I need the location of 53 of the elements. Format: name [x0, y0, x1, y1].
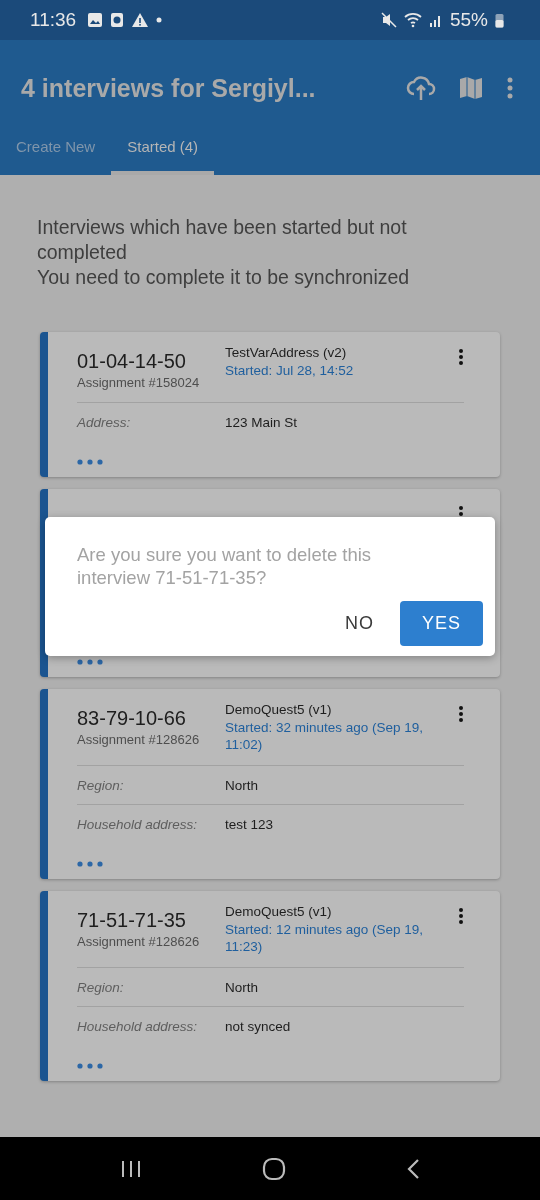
- started-time: Started: 12 minutes ago (Sep 19, 11:23): [225, 921, 425, 955]
- interview-key: 71-51-71-35: [77, 909, 225, 932]
- questionnaire-name: TestVarAddress (v2): [225, 344, 348, 362]
- questionnaire-name: DemoQuest5 (v1): [225, 701, 333, 719]
- map-icon[interactable]: [458, 75, 484, 101]
- screen-title: 4 interviews for Sergiyl...: [21, 73, 317, 103]
- cancel-button[interactable]: NO: [334, 601, 384, 646]
- battery-icon: [495, 12, 504, 28]
- assignment-number: Assignment #128626: [77, 934, 201, 949]
- expand-dots-icon[interactable]: [77, 459, 103, 465]
- field-label: Household address:: [77, 1019, 199, 1034]
- interview-key: 83-79-10-66: [77, 707, 225, 730]
- field-label: Region:: [77, 778, 125, 793]
- started-time: Started: Jul 28, 14:52: [225, 362, 355, 379]
- interview-card[interactable]: 71-51-71-35 Assignment #128626 DemoQuest5 (v1) Started: 12 minutes ago (Sep 19, 11:23) Region: North Household address: not synced: [40, 891, 500, 1081]
- battery-percent: 55%: [449, 9, 488, 31]
- more-options-icon[interactable]: [458, 705, 464, 723]
- interview-card[interactable]: 01-04-14-50 Assignment #158024 TestVarAddress (v2) Started: Jul 28, 14:52 Address: 123 Main St: [40, 332, 500, 477]
- clock-app-icon: [110, 12, 125, 28]
- field-label: Household address:: [77, 817, 199, 832]
- home-icon[interactable]: [262, 1156, 286, 1181]
- expand-dots-icon[interactable]: [77, 1063, 103, 1069]
- assignment-number: Assignment #158024: [77, 375, 201, 390]
- mute-icon: [380, 12, 397, 28]
- assignment-number: Assignment #128626: [77, 732, 201, 747]
- recent-apps-icon[interactable]: [120, 1159, 142, 1178]
- field-value: North: [225, 778, 258, 793]
- confirm-button[interactable]: YES: [399, 601, 483, 646]
- image-icon: [87, 12, 104, 28]
- wifi-icon: [403, 12, 422, 28]
- cloud-sync-icon[interactable]: [406, 74, 436, 102]
- expand-dots-icon[interactable]: [77, 861, 103, 867]
- more-options-icon[interactable]: [458, 348, 464, 366]
- tab[interactable]: Started (4): [111, 130, 215, 175]
- interview-key: 01-04-14-50: [77, 350, 225, 373]
- back-icon[interactable]: [406, 1158, 420, 1179]
- dot-icon: [156, 17, 163, 23]
- clock: 11:36: [30, 9, 77, 31]
- warning-icon: [131, 12, 150, 28]
- info-text: You need to complete it to be synchronized: [37, 265, 411, 290]
- field-label: Address:: [77, 415, 132, 430]
- interview-card[interactable]: 83-79-10-66 Assignment #128626 DemoQuest5 (v1) Started: 32 minutes ago (Sep 19, 11:02) Region: North Household address: test 123: [40, 689, 500, 879]
- questionnaire-name: DemoQuest5 (v1): [225, 903, 333, 921]
- expand-dots-icon[interactable]: [77, 659, 103, 665]
- field-value: 123 Main St: [225, 415, 298, 430]
- more-options-icon[interactable]: [458, 907, 464, 925]
- info-text: Interviews which have been started but not completed: [37, 215, 408, 265]
- field-value: North: [225, 980, 258, 995]
- started-time: Started: 32 minutes ago (Sep 19, 11:02): [225, 719, 425, 753]
- field-value: not synced: [225, 1019, 291, 1034]
- field-value: test 123: [225, 817, 274, 832]
- dialog-message: Are you sure you want to delete this interview 71-51-71-35?: [77, 543, 373, 589]
- field-label: Region:: [77, 980, 125, 995]
